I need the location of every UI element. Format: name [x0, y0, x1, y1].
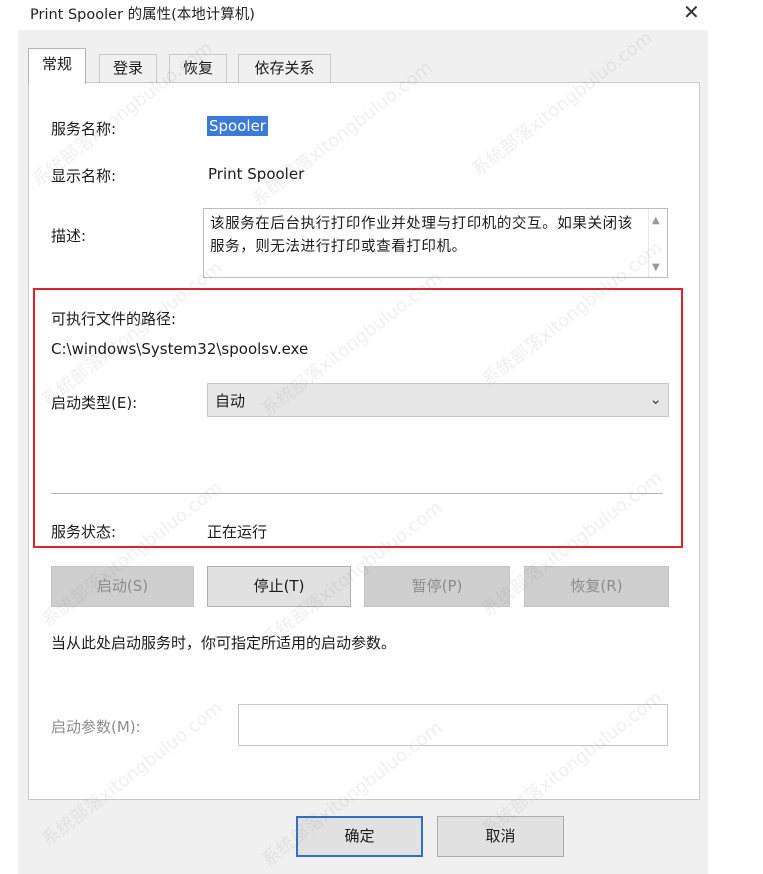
tab-dependencies-label: 依存关系: [254, 59, 315, 77]
service-name-label: 服务名称:: [51, 120, 117, 138]
scroll-up-icon[interactable]: ▲: [652, 215, 660, 226]
service-name-text: Spooler: [207, 116, 268, 136]
tab-general[interactable]: 常规: [28, 48, 86, 84]
startup-hint-text: 当从此处启动服务时，你可指定所适用的启动参数。: [51, 634, 397, 652]
tab-general-label: 常规: [41, 55, 72, 73]
display-name-value[interactable]: Print Spooler: [208, 165, 304, 183]
scroll-down-icon[interactable]: ▼: [652, 262, 660, 273]
start-button[interactable]: 启动(S): [51, 566, 194, 607]
window-title: Print Spooler 的属性(本地计算机): [30, 7, 255, 23]
description-box[interactable]: 该服务在后台执行打印作业并处理与打印机的交互。如果关闭该服务，则无法进行打印或查…: [203, 208, 668, 278]
description-scrollbar[interactable]: ▲ ▼: [648, 209, 667, 277]
chevron-down-icon: ⌄: [649, 390, 662, 408]
service-name-value[interactable]: Spooler: [207, 116, 268, 136]
stop-button[interactable]: 停止(T): [207, 566, 351, 607]
startup-type-label: 启动类型(E):: [51, 394, 138, 412]
service-status-label: 服务状态:: [51, 523, 117, 541]
tab-dependencies[interactable]: 依存关系: [238, 54, 331, 83]
service-status-value: 正在运行: [207, 523, 268, 541]
tab-recovery[interactable]: 恢复: [169, 54, 227, 83]
startup-type-value: 自动: [215, 392, 246, 410]
path-label: 可执行文件的路径:: [51, 310, 177, 328]
display-name-label: 显示名称:: [51, 167, 117, 185]
tab-logon[interactable]: 登录: [99, 54, 157, 83]
close-icon[interactable]: ✕: [683, 0, 700, 24]
start-params-label: 启动参数(M):: [51, 718, 141, 736]
description-label: 描述:: [51, 227, 87, 245]
title-bar: Print Spooler 的属性(本地计算机) ✕: [0, 0, 763, 30]
start-params-input[interactable]: [238, 704, 668, 746]
startup-type-select[interactable]: 自动 ⌄: [207, 383, 669, 417]
cancel-button[interactable]: 取消: [437, 816, 564, 857]
description-text: 该服务在后台执行打印作业并处理与打印机的交互。如果关闭该服务，则无法进行打印或查…: [210, 216, 633, 255]
pause-button[interactable]: 暂停(P): [364, 566, 510, 607]
tab-logon-label: 登录: [112, 59, 143, 77]
ok-button[interactable]: 确定: [296, 816, 423, 857]
resume-button[interactable]: 恢复(R): [524, 566, 669, 607]
path-value[interactable]: C:\windows\System32\spoolsv.exe: [51, 340, 308, 358]
tab-recovery-label: 恢复: [182, 59, 213, 77]
separator: [51, 493, 663, 494]
